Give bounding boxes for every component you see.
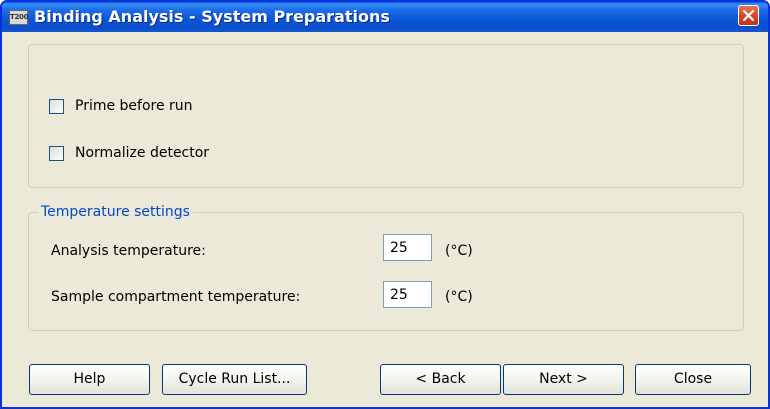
temperature-settings-group	[28, 212, 744, 331]
analysis-temperature-input[interactable]	[383, 234, 432, 261]
normalize-detector-checkbox[interactable]	[49, 146, 64, 161]
cycle-run-list-button[interactable]: Cycle Run List...	[162, 364, 307, 395]
next-button[interactable]: Next >	[503, 364, 624, 395]
analysis-temperature-unit: (°C)	[445, 243, 473, 259]
close-button[interactable]: Close	[635, 364, 751, 395]
app-icon: T200	[9, 10, 28, 25]
analysis-temperature-label: Analysis temperature:	[51, 243, 206, 259]
prime-before-run-label[interactable]: Prime before run	[75, 97, 193, 115]
prime-before-run-checkbox[interactable]	[49, 99, 64, 114]
sample-compartment-temperature-label: Sample compartment temperature:	[51, 289, 301, 305]
options-group	[28, 44, 744, 188]
temperature-settings-title: Temperature settings	[38, 204, 193, 220]
help-button[interactable]: Help	[29, 364, 150, 395]
window-title: Binding Analysis - System Preparations	[34, 7, 390, 26]
normalize-detector-label[interactable]: Normalize detector	[75, 144, 209, 162]
title-bar[interactable]: T200 Binding Analysis - System Preparati…	[2, 2, 768, 32]
sample-compartment-temperature-input[interactable]	[383, 281, 432, 308]
close-icon	[743, 10, 754, 21]
close-window-button[interactable]	[738, 5, 759, 26]
back-button[interactable]: < Back	[380, 364, 501, 395]
sample-compartment-temperature-unit: (°C)	[445, 289, 473, 305]
dialog-window: T200 Binding Analysis - System Preparati…	[0, 0, 770, 409]
